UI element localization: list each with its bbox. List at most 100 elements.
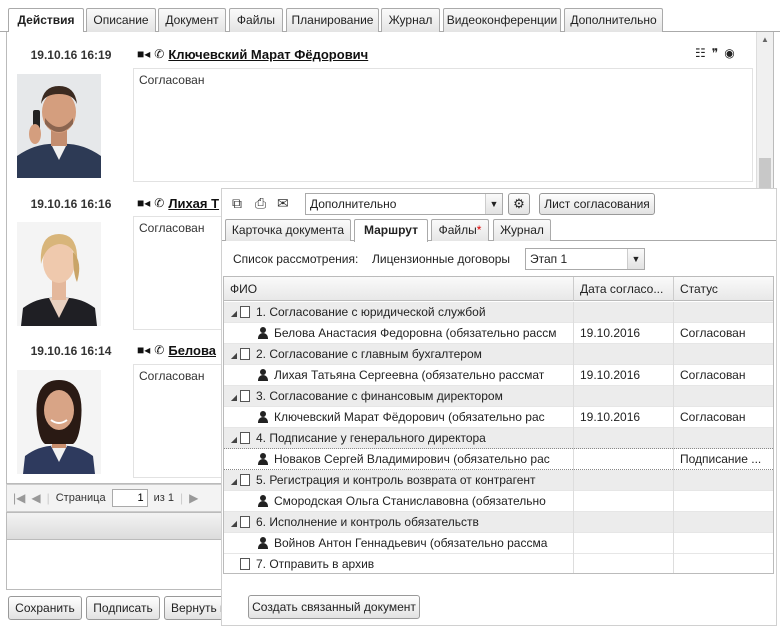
table-row-stage[interactable]: ◢ 2. Согласование с главным бухгалтером xyxy=(224,344,773,365)
table-row-stage[interactable]: ◢ 3. Согласование с финансовым директором xyxy=(224,386,773,407)
tab-journal[interactable]: Журнал xyxy=(381,8,440,32)
entry-author-link[interactable]: Лихая Т xyxy=(168,196,219,211)
person-icon xyxy=(258,327,268,339)
phone-icon[interactable]: ✆ xyxy=(154,344,164,356)
column-date[interactable]: Дата согласо... xyxy=(574,277,674,301)
cell-status xyxy=(674,533,773,554)
quote-icon[interactable]: ❞ xyxy=(712,46,718,60)
chevron-down-icon[interactable]: ▼ xyxy=(485,194,502,214)
collapse-icon[interactable]: ◢ xyxy=(228,429,240,449)
more-select[interactable]: Дополнительно ▼ xyxy=(305,193,503,215)
cell-status: Подписание ... xyxy=(680,452,762,466)
cell-status xyxy=(674,428,773,449)
cell-name: Войнов Антон Геннадьевич (обязательно ра… xyxy=(224,533,574,554)
table-row-stage[interactable]: ◢ 4. Подписание у генерального директора xyxy=(224,428,773,449)
phone-icon[interactable]: ✆ xyxy=(154,48,164,60)
table-row-stage[interactable]: ◢ 6. Исполнение и контроль обязательств xyxy=(224,512,773,533)
cell-name-text: 5. Регистрация и контроль возврата от ко… xyxy=(256,473,536,487)
tab-description[interactable]: Описание xyxy=(86,8,156,32)
entry-author-link[interactable]: Ключевский Марат Фёдорович xyxy=(168,47,368,62)
approval-sheet-button[interactable]: Лист согласования xyxy=(539,193,655,215)
page-input[interactable] xyxy=(111,489,148,507)
cell-name: Ключевский Марат Фёдорович (обязательно … xyxy=(224,407,574,428)
print-icon[interactable]: ⎙ xyxy=(255,195,266,212)
more-select-value: Дополнительно xyxy=(310,197,397,211)
next-page-icon[interactable]: ▶ xyxy=(189,491,198,505)
table-row-person[interactable]: Новаков Сергей Владимирович (обязательно… xyxy=(224,449,773,470)
video-camera-icon[interactable]: ■◂ xyxy=(137,197,150,209)
document-icon xyxy=(240,432,250,444)
column-status[interactable]: Статус xyxy=(674,277,773,301)
entry-comment: Согласован xyxy=(133,68,753,182)
table-row-stage[interactable]: ◢ 1. Согласование с юридической службой xyxy=(224,302,773,323)
entry-date: 19.10.16 16:19 xyxy=(30,48,112,62)
report-icon[interactable]: ☷ xyxy=(695,46,706,60)
document-icon xyxy=(240,390,250,402)
document-icon xyxy=(240,474,250,486)
entry-comment: Согласован xyxy=(133,216,233,330)
cell-name: ◢ 5. Регистрация и контроль возврата от к… xyxy=(224,470,574,491)
document-icon xyxy=(240,558,250,570)
collapse-icon[interactable]: ◢ xyxy=(228,471,240,491)
mail-icon[interactable]: ✉ xyxy=(277,195,289,212)
person-icon xyxy=(258,453,268,465)
document-popup: ⧉ ⎙ ✉ Дополнительно ▼ ⚙ Лист согласовани… xyxy=(222,189,776,625)
popup-tab-bar: Карточка документа Маршрут Файлы* Журнал xyxy=(222,217,776,242)
collapse-icon[interactable]: ◢ xyxy=(228,303,240,323)
route-grid-header: ФИО Дата согласо... Статус xyxy=(224,277,773,301)
route-label: Список рассмотрения: xyxy=(233,252,359,266)
table-row-person[interactable]: Смородская Ольга Станиславовна (обязател… xyxy=(224,491,773,512)
tab-planning[interactable]: Планирование xyxy=(286,8,379,32)
table-row-person[interactable]: Войнов Антон Геннадьевич (обязательно ра… xyxy=(224,533,773,554)
tab-files-label: Файлы xyxy=(438,223,477,237)
person-icon xyxy=(258,495,268,507)
collapse-icon[interactable]: ◢ xyxy=(228,345,240,365)
entry-comment: Согласован xyxy=(133,364,233,478)
collapse-icon[interactable]: ◢ xyxy=(228,513,240,533)
chevron-down-icon[interactable]: ▼ xyxy=(627,249,644,269)
avatar xyxy=(17,74,101,178)
tab-videoconference[interactable]: Видеоконференции xyxy=(443,8,561,32)
video-camera-icon[interactable]: ■◂ xyxy=(137,48,150,60)
sign-button[interactable]: Подписать xyxy=(86,596,160,620)
tab-files[interactable]: Файлы xyxy=(229,8,283,32)
prev-page-icon[interactable]: ◀ xyxy=(31,491,40,505)
entry-author-link[interactable]: Белова xyxy=(168,343,216,358)
tab-actions[interactable]: Действия xyxy=(8,8,84,33)
video-camera-icon[interactable]: ■◂ xyxy=(137,344,150,356)
cell-name: Лихая Татьяна Сергеевна (обязательно рас… xyxy=(224,365,574,386)
collapse-icon[interactable]: ◢ xyxy=(228,387,240,407)
scroll-thumb[interactable] xyxy=(759,158,771,192)
cell-name-text: 7. Отправить в архив xyxy=(256,557,375,571)
tab-journal[interactable]: Журнал xyxy=(493,219,551,241)
cell-status xyxy=(674,512,773,533)
first-page-icon[interactable]: |◀ xyxy=(13,491,25,505)
copy-icon[interactable]: ⧉ xyxy=(232,195,242,212)
entry-header: ■◂ ✆ Ключевский Марат Фёдорович xyxy=(137,44,368,64)
stage-select[interactable]: Этап 1 ▼ xyxy=(525,248,645,270)
table-row-person[interactable]: Лихая Татьяна Сергеевна (обязательно рас… xyxy=(224,365,773,386)
tab-document-card[interactable]: Карточка документа xyxy=(225,219,351,241)
scroll-up-icon[interactable]: ▲ xyxy=(760,35,770,45)
table-row-person[interactable]: Белова Анастасия Федоровна (обязательно … xyxy=(224,323,773,344)
tab-document[interactable]: Документ xyxy=(158,8,226,32)
cell-date xyxy=(574,533,674,554)
table-row-stage[interactable]: ◢ 5. Регистрация и контроль возврата от к… xyxy=(224,470,773,491)
person-icon xyxy=(258,537,268,549)
cell-name: ◢ 6. Исполнение и контроль обязательств xyxy=(224,512,574,533)
create-linked-document-button[interactable]: Создать связанный документ xyxy=(248,595,420,619)
cell-name: ◢ 4. Подписание у генерального директора xyxy=(224,428,574,449)
cell-date xyxy=(574,449,674,470)
cell-name: Новаков Сергей Владимирович (обязательно… xyxy=(224,449,574,470)
table-row-person[interactable]: Ключевский Марат Фёдорович (обязательно … xyxy=(224,407,773,428)
settings-button[interactable]: ⚙ xyxy=(508,193,530,215)
phone-icon[interactable]: ✆ xyxy=(154,197,164,209)
column-name[interactable]: ФИО xyxy=(224,277,574,301)
view-icon[interactable]: ◉ xyxy=(724,46,734,60)
gear-icon: ⚙ xyxy=(513,196,525,211)
tab-more[interactable]: Дополнительно xyxy=(564,8,663,32)
tab-files[interactable]: Файлы* xyxy=(431,219,489,241)
tab-route[interactable]: Маршрут xyxy=(354,219,428,242)
table-row-stage[interactable]: 7. Отправить в архив xyxy=(224,554,773,573)
save-button[interactable]: Сохранить xyxy=(8,596,82,620)
